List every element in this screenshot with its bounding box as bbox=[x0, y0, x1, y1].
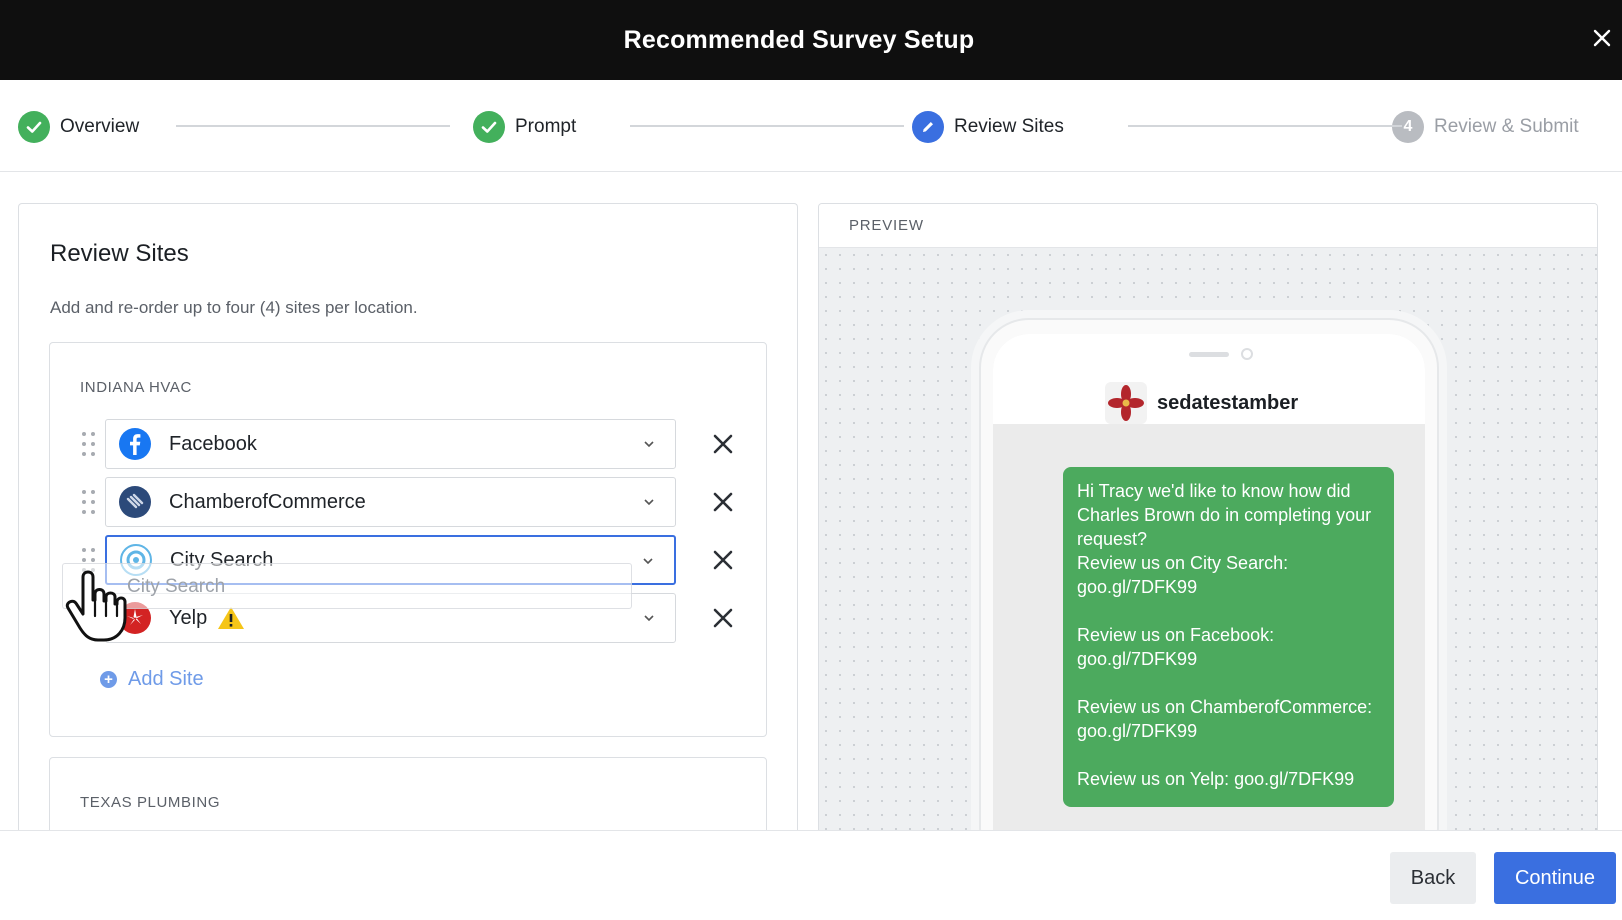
preview-canvas: sedatestamber Hi Tracy we'd like to know… bbox=[819, 248, 1597, 843]
pencil-icon bbox=[912, 111, 944, 143]
message-line: Review us on ChamberofCommerce: bbox=[1077, 697, 1373, 717]
chevron-down-icon bbox=[644, 441, 654, 448]
location-name: TEXAS PLUMBING bbox=[80, 794, 221, 811]
modal-footer: Back Continue bbox=[0, 830, 1622, 920]
message-line: goo.gl/7DFK99 bbox=[1077, 577, 1198, 597]
message-line: goo.gl/7DFK99 bbox=[1077, 721, 1198, 741]
add-site-label: Add Site bbox=[128, 668, 204, 690]
preview-panel: PREVIEW sedatestamber Hi Tracy we'd like… bbox=[818, 203, 1598, 843]
site-select[interactable]: Facebook bbox=[105, 419, 676, 469]
remove-site-icon[interactable] bbox=[711, 432, 735, 456]
site-row: Facebook bbox=[50, 419, 768, 469]
camera bbox=[1241, 348, 1253, 360]
facebook-icon bbox=[119, 428, 151, 460]
modal-title: Recommended Survey Setup bbox=[623, 25, 975, 54]
phone-screen: sedatestamber Hi Tracy we'd like to know… bbox=[993, 334, 1425, 843]
step-label: Overview bbox=[60, 116, 140, 137]
sender: sedatestamber bbox=[1105, 382, 1298, 424]
preview-header: PREVIEW bbox=[819, 204, 1597, 248]
step-connector bbox=[176, 125, 450, 127]
drag-preview: City Search bbox=[62, 563, 632, 609]
remove-site-icon[interactable] bbox=[711, 548, 735, 572]
site-name: Yelp bbox=[169, 606, 208, 629]
close-icon[interactable] bbox=[1588, 24, 1616, 52]
site-select[interactable]: ChamberofCommerce bbox=[105, 477, 676, 527]
speaker bbox=[1189, 352, 1229, 357]
step-label: Review Sites bbox=[954, 116, 1064, 137]
step-prompt[interactable]: Prompt bbox=[473, 110, 576, 144]
chevron-down-icon bbox=[643, 558, 653, 565]
step-review-sites[interactable]: Review Sites bbox=[912, 110, 1064, 144]
add-site-button[interactable]: + Add Site bbox=[100, 668, 204, 691]
message-line: Review us on City Search: bbox=[1077, 553, 1289, 573]
back-button[interactable]: Back bbox=[1390, 852, 1476, 904]
message-header: sedatestamber bbox=[993, 334, 1425, 424]
remove-site-icon[interactable] bbox=[711, 490, 735, 514]
step-connector bbox=[1128, 125, 1402, 127]
site-row: ChamberofCommerce bbox=[50, 477, 768, 527]
message-line: Review us on Facebook: bbox=[1077, 625, 1275, 645]
step-label: Prompt bbox=[515, 116, 577, 137]
location-name: INDIANA HVAC bbox=[80, 379, 192, 396]
step-label: Review & Submit bbox=[1434, 116, 1579, 137]
chevron-down-icon bbox=[644, 499, 654, 506]
site-name: Facebook bbox=[169, 432, 257, 455]
site-name: ChamberofCommerce bbox=[169, 490, 366, 513]
step-review-submit[interactable]: 4 Review & Submit bbox=[1392, 110, 1579, 144]
message-bubble: Hi Tracy we'd like to know how did Charl… bbox=[1063, 467, 1394, 807]
plus-circle-icon: + bbox=[100, 671, 117, 688]
check-icon bbox=[473, 111, 505, 143]
step-overview[interactable]: Overview bbox=[18, 110, 139, 144]
location-group: INDIANA HVAC Facebook ChamberofCommerce … bbox=[49, 342, 767, 737]
drag-handle-icon[interactable] bbox=[80, 489, 98, 515]
chamber-of-commerce-icon bbox=[119, 486, 151, 518]
message-line: Review us on Yelp: goo.gl/7DFK99 bbox=[1077, 769, 1355, 789]
review-sites-card: Review Sites Add and re-order up to four… bbox=[18, 203, 798, 877]
chevron-down-icon bbox=[644, 615, 654, 622]
step-number: 4 bbox=[1392, 111, 1424, 143]
phone-mockup: sedatestamber Hi Tracy we'd like to know… bbox=[979, 318, 1439, 843]
message-line: Hi Tracy we'd like to know how did Charl… bbox=[1077, 481, 1372, 549]
step-connector bbox=[630, 125, 904, 127]
preview-label: PREVIEW bbox=[849, 217, 924, 234]
continue-button[interactable]: Continue bbox=[1494, 852, 1616, 904]
check-icon bbox=[18, 111, 50, 143]
brand-logo-icon bbox=[1105, 382, 1147, 424]
section-description: Add and re-order up to four (4) sites pe… bbox=[50, 298, 418, 317]
drag-handle-icon[interactable] bbox=[80, 431, 98, 457]
drag-preview-label: City Search bbox=[127, 576, 226, 597]
section-title: Review Sites bbox=[50, 240, 189, 267]
message-line: goo.gl/7DFK99 bbox=[1077, 649, 1198, 669]
remove-site-icon[interactable] bbox=[711, 606, 735, 630]
sender-name: sedatestamber bbox=[1157, 391, 1299, 414]
modal-header: Recommended Survey Setup bbox=[0, 0, 1622, 80]
